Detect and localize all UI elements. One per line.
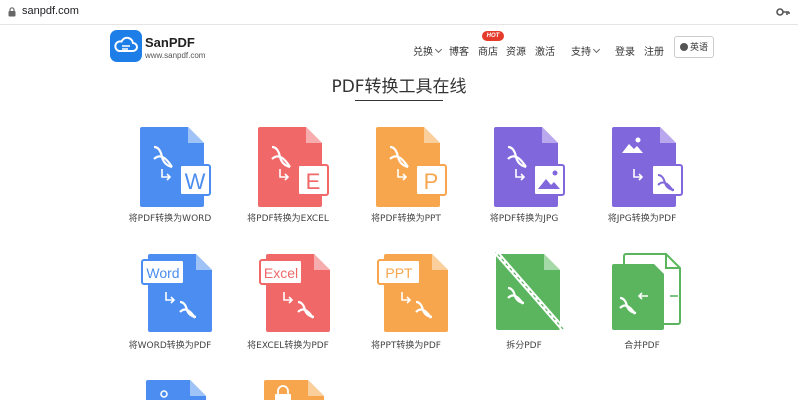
tool-label: 将EXCEL转换为PDF [247, 341, 329, 351]
language-button[interactable]: 英语 [674, 36, 714, 58]
tool-pdf-to-jpg[interactable]: 将PDF转换为JPG [464, 125, 584, 235]
site-header: SanPDF www.sanpdf.com 兑换 博客 商店 HOT 资源 激活… [0, 24, 798, 68]
tool-merge-pdf[interactable]: 合并PDF [582, 252, 702, 362]
nav-blog[interactable]: 博客 [449, 43, 469, 58]
globe-icon [679, 43, 688, 51]
nav-resources[interactable]: 资源 [506, 43, 526, 58]
tool-pdf-to-word[interactable]: W 将PDF转换为WORD [110, 125, 230, 235]
nav-support-label: 支持 [571, 47, 591, 58]
language-label: 英语 [689, 43, 708, 53]
title-underline [355, 100, 443, 101]
tool-jpg-to-pdf[interactable]: 将JPG转换为PDF [582, 125, 702, 235]
jpg-to-pdf-icon [612, 127, 683, 207]
pdf-to-ppt-icon: P [376, 127, 447, 207]
tool-excel-to-pdf[interactable]: Excel 将EXCEL转换为PDF [228, 252, 348, 362]
key-icon[interactable] [776, 6, 790, 18]
svg-text:PPT: PPT [385, 265, 413, 281]
chevron-down-icon [592, 45, 601, 54]
nav-support[interactable]: 支持 [571, 43, 601, 58]
chevron-down-icon [434, 45, 443, 54]
svg-text:Excel: Excel [264, 265, 298, 281]
pdf-to-word-icon: W [140, 127, 211, 207]
nav-login[interactable]: 登录 [615, 43, 635, 58]
nav-store[interactable]: 商店 [478, 43, 498, 58]
nav-register[interactable]: 注册 [644, 43, 664, 58]
merge-pdf-icon [612, 253, 681, 330]
tool-label: 将PDF转换为EXCEL [247, 214, 329, 224]
hot-badge: HOT [482, 31, 504, 41]
tool-label: 将PDF转换为JPG [489, 214, 559, 224]
lock-icon [8, 7, 16, 17]
brand-name[interactable]: SanPDF [145, 35, 195, 50]
svg-text:W: W [185, 169, 206, 194]
excel-to-pdf-icon: Excel [259, 254, 330, 332]
tool-label: 将WORD转换为PDF [128, 341, 212, 351]
address-bar[interactable]: sanpdf.com [0, 0, 798, 25]
tool-pdf-to-ppt[interactable]: P 将PDF转换为PPT [346, 125, 466, 235]
tool-label: 将JPG转换为PDF [607, 214, 677, 224]
tool-label: 将PPT转换为PDF [371, 341, 441, 351]
file-blue-icon [146, 380, 206, 400]
tool-label: 合并PDF [624, 341, 660, 351]
tool-label: 将PDF转换为WORD [128, 214, 212, 224]
tool-row3-item[interactable] [228, 378, 348, 400]
tool-split-pdf[interactable]: 拆分PDF [464, 252, 584, 362]
lock-file-icon [264, 380, 324, 400]
svg-text:Word: Word [146, 265, 179, 281]
nav-convert[interactable]: 兑换 [413, 43, 443, 58]
brand-url: www.sanpdf.com [145, 51, 206, 60]
cloud-logo-icon [114, 36, 138, 52]
nav-convert-label: 兑换 [413, 47, 433, 58]
tool-label: 拆分PDF [506, 341, 542, 351]
pdf-to-jpg-icon [494, 127, 565, 207]
word-to-pdf-icon: Word [141, 254, 212, 332]
svg-text:E: E [306, 169, 321, 194]
tool-label: 将PDF转换为PPT [371, 214, 441, 224]
page-title: PDF转换工具在线 [331, 77, 467, 97]
tool-ppt-to-pdf[interactable]: PPT 将PPT转换为PDF [346, 252, 466, 362]
nav-activate[interactable]: 激活 [535, 43, 555, 58]
sanpdf-logo[interactable] [110, 30, 142, 62]
ppt-to-pdf-icon: PPT [377, 254, 448, 332]
url-text: sanpdf.com [22, 5, 79, 17]
pdf-to-excel-icon: E [258, 127, 329, 207]
tool-pdf-to-excel[interactable]: E 将PDF转换为EXCEL [228, 125, 348, 235]
split-pdf-icon [492, 252, 566, 332]
tool-row3-item[interactable] [110, 378, 230, 400]
tool-word-to-pdf[interactable]: Word 将WORD转换为PDF [110, 252, 230, 362]
svg-text:P: P [424, 169, 439, 194]
